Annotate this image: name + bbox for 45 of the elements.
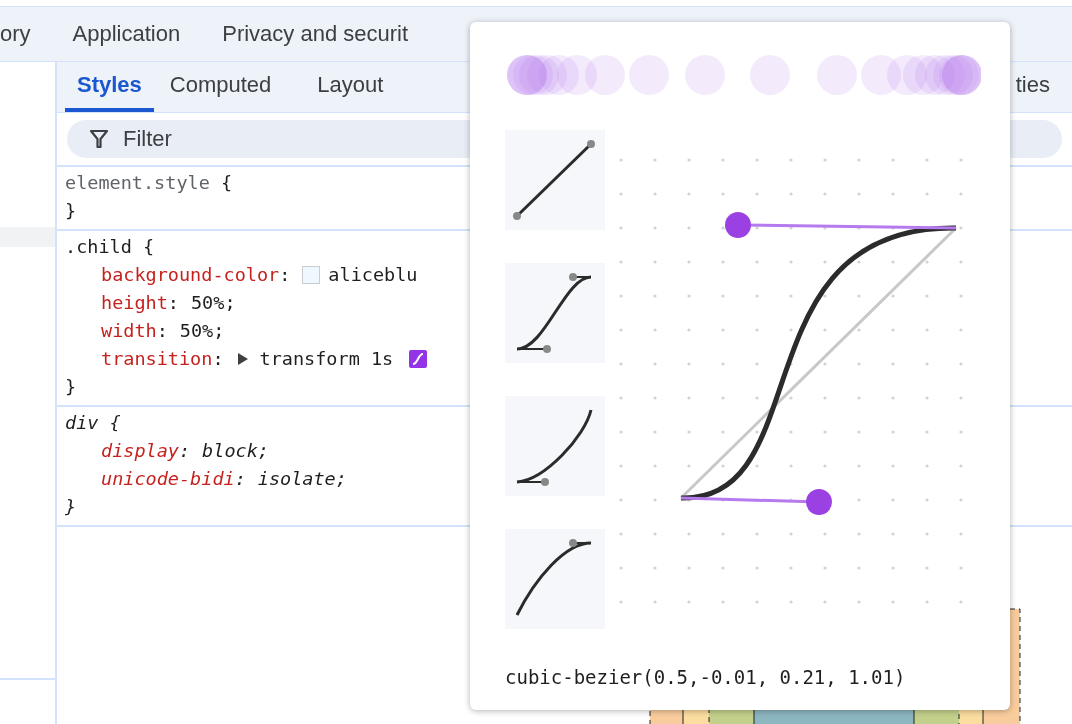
close-brace: } [65, 375, 77, 399]
easing-preset[interactable] [505, 263, 605, 363]
easing-icon[interactable] [409, 350, 428, 368]
css-selector: div [65, 412, 99, 433]
colon: : [167, 291, 179, 315]
open-brace: { [142, 236, 155, 257]
expand-icon[interactable] [235, 352, 250, 366]
bezier-value: cubic-bezier(0.5,-0.01, 0.21, 1.01) [505, 666, 907, 688]
css-value[interactable]: isolate; [257, 465, 347, 493]
css-property[interactable]: transition [101, 345, 213, 373]
filter-icon [89, 128, 109, 150]
colon: : [212, 347, 224, 371]
colon: : [156, 319, 168, 343]
css-value[interactable]: block; [202, 437, 269, 465]
easing-preset[interactable] [505, 396, 605, 496]
sidebar-tab[interactable]: Computed [157, 62, 284, 112]
colon: : [178, 439, 191, 463]
panel-tab[interactable]: Privacy and securit [222, 21, 409, 47]
css-selector: element.style [65, 172, 210, 193]
css-value[interactable]: transform 1s [259, 345, 394, 373]
css-property[interactable]: width [101, 317, 157, 345]
close-brace: } [65, 199, 77, 223]
sidebar-tab[interactable]: Styles [65, 62, 154, 112]
css-value[interactable]: 50%; [179, 317, 225, 345]
close-brace: } [65, 495, 77, 519]
css-value[interactable]: aliceblu [328, 261, 418, 289]
colon: : [234, 467, 246, 491]
css-value[interactable]: 50%; [190, 289, 236, 317]
color-swatch[interactable] [302, 266, 321, 284]
colon: : [279, 263, 291, 287]
easing-preset[interactable] [505, 130, 605, 230]
panel-tab[interactable]: ory [0, 21, 31, 47]
sidebar-tab[interactable]: Layout [305, 62, 396, 112]
easing-preset[interactable] [505, 529, 605, 629]
panel-tab[interactable]: Application [72, 21, 181, 47]
open-brace: { [109, 412, 121, 433]
css-property[interactable]: height [101, 289, 168, 317]
bezier-curve-drawing[interactable] [679, 212, 958, 515]
css-property[interactable]: display [101, 437, 179, 465]
row-highlight [0, 227, 55, 247]
css-property[interactable]: unicode-bidi [101, 465, 235, 493]
css-selector: .child [65, 236, 132, 257]
css-property[interactable]: background-color [101, 261, 280, 289]
filter-field[interactable]: Filter [121, 125, 1062, 153]
open-brace: { [220, 172, 233, 193]
